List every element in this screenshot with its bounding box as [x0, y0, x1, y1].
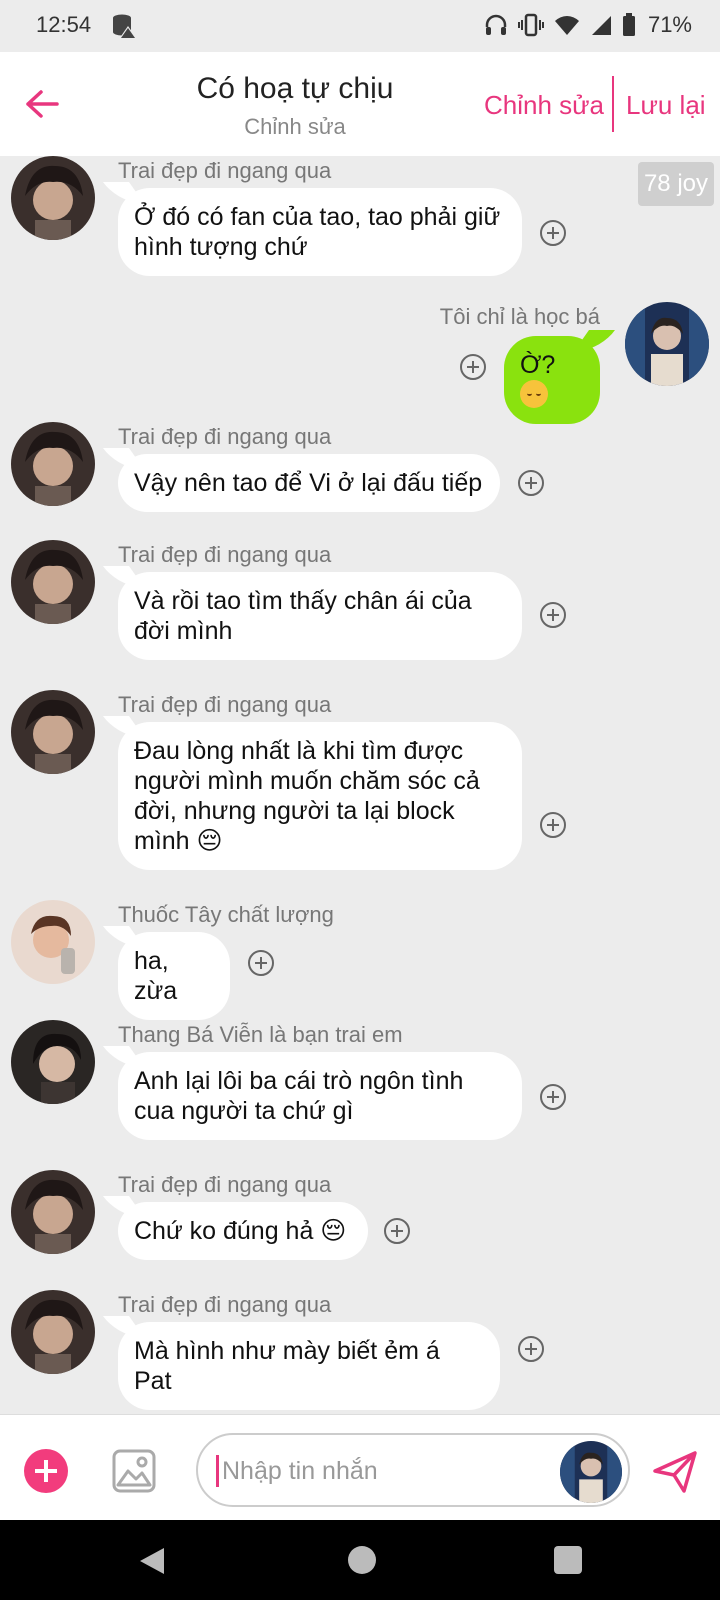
add-reaction-button[interactable]	[384, 1218, 410, 1244]
message-bubble[interactable]: Và rồi tao tìm thấy chân ái của đời mình	[118, 572, 522, 660]
message-bubble[interactable]: Mà hình như mày biết ẻm á Pat	[118, 1322, 500, 1410]
vibrate-icon	[517, 13, 544, 37]
battery-level: 71%	[647, 12, 692, 37]
sender-name: Trai đẹp đi ngang qua	[118, 1292, 332, 1317]
sender-name: Trai đẹp đi ngang qua	[118, 692, 332, 717]
status-bar: 12:54 71%	[0, 0, 720, 52]
nav-recents-button[interactable]	[554, 1546, 582, 1574]
avatar[interactable]	[11, 156, 95, 240]
add-button[interactable]	[24, 1449, 68, 1493]
avatar[interactable]	[11, 422, 95, 506]
image-icon[interactable]	[112, 1449, 156, 1493]
add-reaction-button[interactable]	[518, 1336, 544, 1362]
header-divider	[612, 76, 614, 132]
add-reaction-button[interactable]	[540, 812, 566, 838]
message-input[interactable]	[222, 1449, 542, 1493]
message-bubble[interactable]: ha, zừa	[118, 932, 230, 1020]
message-bubble[interactable]: Chứ ko đúng hả 😔	[118, 1202, 368, 1260]
wifi-icon	[554, 14, 580, 36]
add-reaction-button[interactable]	[518, 470, 544, 496]
avatar[interactable]	[11, 900, 95, 984]
add-reaction-button[interactable]	[540, 1084, 566, 1110]
composer-bar	[0, 1414, 720, 1520]
page-title: Có hoạ tự chịu	[196, 72, 394, 105]
message-bubble[interactable]: Anh lại lôi ba cái trò ngôn tình cua ngư…	[118, 1052, 522, 1140]
avatar[interactable]	[11, 690, 95, 774]
sender-name: Trai đẹp đi ngang qua	[118, 424, 332, 449]
save-button[interactable]: Lưu lại	[626, 90, 706, 121]
edit-button[interactable]: Chỉnh sửa	[484, 90, 604, 121]
sender-name: Trai đẹp đi ngang qua	[118, 1172, 332, 1197]
back-button[interactable]	[22, 82, 62, 126]
sender-name: Trai đẹp đi ngang qua	[118, 542, 332, 567]
avatar[interactable]	[11, 540, 95, 624]
page-subtitle: Chỉnh sửa	[244, 114, 346, 139]
add-reaction-button[interactable]	[540, 220, 566, 246]
chat-header: Có hoạ tự chịu Chỉnh sửa Chỉnh sửa Lưu l…	[0, 52, 720, 156]
add-reaction-button[interactable]	[540, 602, 566, 628]
joy-badge: 78 joy	[637, 162, 714, 206]
triangle-back-icon	[140, 1548, 164, 1574]
message-text: Đau lòng nhất là khi tìm được người mình…	[134, 737, 480, 855]
upside-down-face-emoji-icon	[520, 380, 548, 408]
nav-home-button[interactable]	[348, 1546, 376, 1574]
sender-name: Tôi chỉ là học bá	[439, 304, 600, 329]
avatar[interactable]	[11, 1020, 95, 1104]
arrow-left-icon	[26, 90, 59, 118]
status-icons: 71%	[484, 10, 692, 40]
message-bubble[interactable]: Vậy nên tao để Vi ở lại đấu tiếp	[118, 454, 500, 512]
avatar[interactable]	[625, 302, 709, 386]
sender-name: Trai đẹp đi ngang qua	[118, 158, 332, 183]
send-button[interactable]	[652, 1449, 698, 1495]
text-caret	[216, 1455, 219, 1487]
headphones-icon	[484, 13, 508, 37]
sender-name: Thuốc Tây chất lượng	[118, 902, 334, 927]
avatar[interactable]	[11, 1290, 95, 1374]
sender-name: Thang Bá Viễn là bạn trai em	[118, 1022, 403, 1047]
avatar[interactable]	[560, 1441, 622, 1503]
signal-icon	[590, 14, 612, 36]
avatar[interactable]	[11, 1170, 95, 1254]
database-warning-icon	[110, 12, 138, 40]
nav-back-button[interactable]	[138, 1546, 166, 1581]
system-nav-bar	[0, 1520, 720, 1600]
status-time: 12:54	[36, 12, 92, 37]
add-reaction-button[interactable]	[460, 354, 486, 380]
add-reaction-button[interactable]	[248, 950, 274, 976]
message-input-container	[196, 1433, 630, 1507]
send-icon	[653, 1451, 697, 1493]
battery-icon	[622, 13, 636, 37]
message-bubble[interactable]: Ở đó có fan của tao, tao phải giữ hình t…	[118, 188, 522, 276]
chat-area[interactable]: 78 joy Trai đẹp đi ngang qua Ở đó có fan…	[0, 156, 720, 1414]
message-bubble[interactable]: Đau lòng nhất là khi tìm được người mình…	[118, 722, 522, 870]
message-bubble[interactable]: Ờ?	[504, 336, 600, 424]
